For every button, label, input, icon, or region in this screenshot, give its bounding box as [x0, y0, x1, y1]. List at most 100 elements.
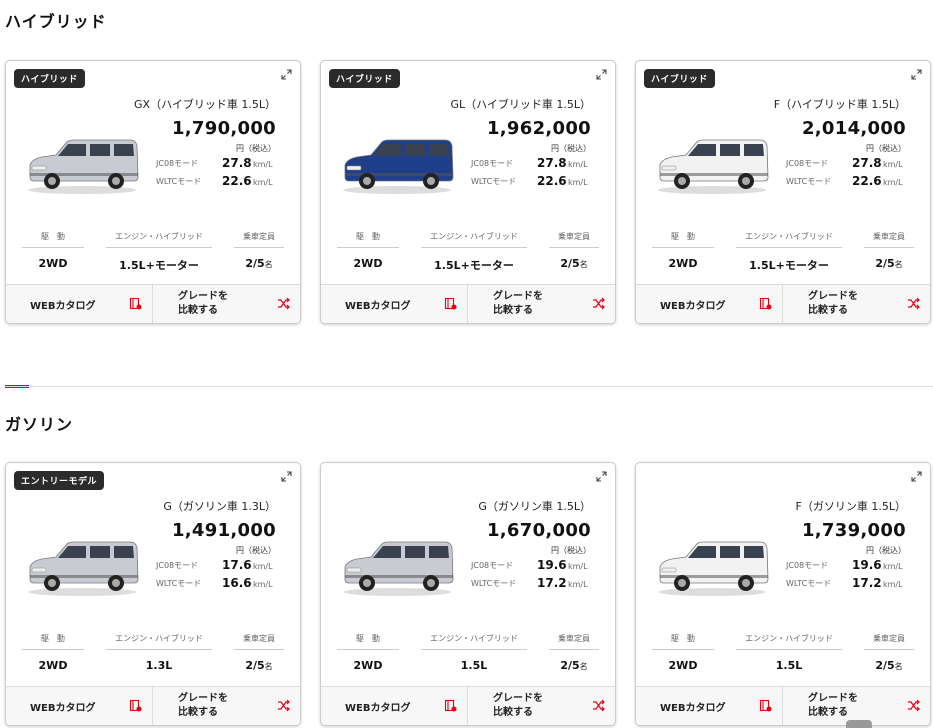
spec-label: エンジン・ハイブリッド	[106, 231, 212, 248]
spec-engine: エンジン・ハイブリッド 1.5L	[736, 633, 842, 672]
spec-label: エンジン・ハイブリッド	[736, 633, 842, 650]
section-divider	[5, 386, 933, 387]
car-image	[28, 541, 139, 596]
web-catalog-button[interactable]: WEBカタログ	[321, 285, 468, 323]
wltc-unit: km/L	[568, 580, 588, 589]
grade-name: G（ガソリン車 1.5L）	[478, 500, 591, 513]
compare-grade-button[interactable]: グレードを 比較する	[468, 687, 615, 725]
catalog-book-icon	[759, 699, 772, 712]
expand-icon[interactable]	[911, 471, 922, 482]
grade-card[interactable]: エントリーモデル G（ガソリン車 1.3L） 1,491,000 円（税込） J…	[5, 462, 301, 726]
spec-value: 2WD	[668, 257, 698, 270]
expand-icon[interactable]	[911, 69, 922, 80]
wltc-unit: km/L	[883, 178, 903, 187]
capacity-value: 2/5	[560, 257, 580, 270]
jc08-value: 27.8	[222, 156, 252, 170]
compare-grade-button[interactable]: グレードを 比較する	[153, 687, 300, 725]
catalog-book-icon	[444, 699, 457, 712]
grade-price: 1,739,000	[801, 520, 906, 541]
expand-icon[interactable]	[596, 471, 607, 482]
grade-card[interactable]: ハイブリッド F（ハイブリッド車 1.5L） 2,014,000 円（税込） J…	[635, 60, 931, 324]
jc08-label: JC08モード	[786, 561, 829, 570]
spec-drive: 駆 動 2WD	[652, 231, 714, 273]
compare-grade-label: グレードを 比較する	[808, 291, 858, 316]
catalog-book-icon	[759, 297, 772, 310]
grade-badge: ハイブリッド	[329, 69, 400, 88]
spec-capacity: 乗車定員 2/5名	[549, 231, 599, 273]
grade-card[interactable]: ハイブリッド GL（ハイブリッド車 1.5L） 1,962,000 円（税込） …	[320, 60, 616, 324]
capacity-value: 2/5	[875, 257, 895, 270]
wltc-label: WLTCモード	[471, 177, 517, 186]
spec-engine: エンジン・ハイブリッド 1.5L	[421, 633, 527, 672]
shuffle-compare-icon	[278, 699, 290, 712]
web-catalog-label: WEBカタログ	[660, 702, 726, 714]
shuffle-compare-icon	[593, 699, 605, 712]
capacity-value: 2/5	[245, 257, 265, 270]
jc08-unit: km/L	[253, 160, 273, 169]
capacity-unit: 名	[264, 260, 273, 269]
spec-label: 駆 動	[652, 231, 714, 248]
spec-label: エンジン・ハイブリッド	[106, 633, 212, 650]
expand-icon[interactable]	[596, 69, 607, 80]
compare-grade-button[interactable]: グレードを 比較する	[783, 285, 930, 323]
spec-capacity: 乗車定員 2/5名	[234, 633, 284, 672]
spec-drive: 駆 動 2WD	[22, 231, 84, 273]
wltc-label: WLTCモード	[156, 177, 202, 186]
compare-grade-label: グレードを 比較する	[808, 693, 858, 718]
section-title-hybrid: ハイブリッド	[5, 12, 107, 31]
spec-value: 2/5名	[234, 659, 284, 672]
compare-grade-button[interactable]: グレードを 比較する	[468, 285, 615, 323]
card-footer: WEBカタログ グレードを 比較する	[636, 284, 930, 323]
section-title-gasoline: ガソリン	[5, 415, 74, 434]
spec-label: 駆 動	[337, 633, 399, 650]
spec-row: 駆 動 2WD エンジン・ハイブリッド 1.5L+モーター 乗車定員 2/5名	[321, 231, 615, 273]
wltc-label: WLTCモード	[471, 579, 517, 588]
catalog-book-icon	[129, 297, 142, 310]
catalog-book-icon	[444, 297, 457, 310]
price-unit: 円（税込）	[866, 144, 906, 153]
grade-card[interactable]: F（ガソリン車 1.5L） 1,739,000 円（税込） JC08モード 19…	[635, 462, 931, 726]
shuffle-compare-icon	[908, 699, 920, 712]
web-catalog-button[interactable]: WEBカタログ	[6, 687, 153, 725]
expand-icon[interactable]	[281, 471, 292, 482]
spec-value: 2WD	[353, 659, 383, 672]
card-footer: WEBカタログ グレードを 比較する	[636, 686, 930, 725]
car-image	[658, 139, 769, 194]
jc08-label: JC08モード	[471, 159, 514, 168]
grade-card[interactable]: ハイブリッド GX（ハイブリッド車 1.5L） 1,790,000 円（税込） …	[5, 60, 301, 324]
grade-card[interactable]: G（ガソリン車 1.5L） 1,670,000 円（税込） JC08モード 19…	[320, 462, 616, 726]
spec-value: 1.5L+モーター	[749, 259, 829, 272]
web-catalog-button[interactable]: WEBカタログ	[321, 687, 468, 725]
jc08-value: 19.6	[852, 558, 882, 572]
spec-engine: エンジン・ハイブリッド 1.3L	[106, 633, 212, 672]
spec-label: 駆 動	[652, 633, 714, 650]
cards-hybrid: ハイブリッド GX（ハイブリッド車 1.5L） 1,790,000 円（税込） …	[5, 60, 931, 324]
web-catalog-button[interactable]: WEBカタログ	[636, 687, 783, 725]
spec-label: エンジン・ハイブリッド	[421, 231, 527, 248]
wltc-value: 22.6	[852, 174, 882, 188]
spec-drive: 駆 動 2WD	[22, 633, 84, 672]
spec-engine: エンジン・ハイブリッド 1.5L+モーター	[421, 231, 527, 273]
capacity-unit: 名	[579, 260, 588, 269]
web-catalog-button[interactable]: WEBカタログ	[6, 285, 153, 323]
compare-grade-button[interactable]: グレードを 比較する	[153, 285, 300, 323]
catalog-book-icon	[129, 699, 142, 712]
web-catalog-button[interactable]: WEBカタログ	[636, 285, 783, 323]
web-catalog-label: WEBカタログ	[30, 300, 96, 312]
wltc-label: WLTCモード	[786, 579, 832, 588]
jc08-label: JC08モード	[786, 159, 829, 168]
capacity-unit: 名	[579, 662, 588, 671]
grade-badge: ハイブリッド	[644, 69, 715, 88]
wltc-label: WLTCモード	[156, 579, 202, 588]
spec-value: 2/5名	[864, 257, 914, 270]
wltc-unit: km/L	[883, 580, 903, 589]
spec-engine: エンジン・ハイブリッド 1.5L+モーター	[106, 231, 212, 273]
compare-grade-label: グレードを 比較する	[493, 693, 543, 718]
jc08-unit: km/L	[568, 562, 588, 571]
grade-badge: ハイブリッド	[14, 69, 85, 88]
spec-label: 乗車定員	[234, 231, 284, 248]
spec-label: 乗車定員	[864, 231, 914, 248]
expand-icon[interactable]	[281, 69, 292, 80]
scroll-top-tab[interactable]	[846, 720, 872, 728]
car-image	[343, 541, 454, 596]
